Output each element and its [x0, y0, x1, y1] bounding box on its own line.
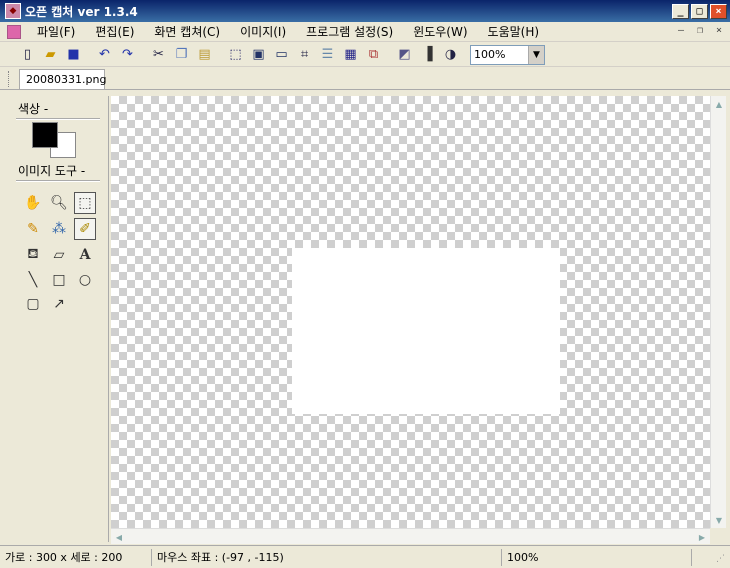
scroll-up-icon[interactable]: ▲ [711, 96, 727, 112]
new-icon[interactable]: ▯ [16, 44, 39, 66]
tools-section-label: 이미지 도구 - [18, 164, 86, 178]
scroll-left-icon[interactable]: ◀ [111, 529, 127, 545]
capture-window-icon[interactable]: ▣ [247, 44, 270, 66]
image-canvas[interactable] [111, 96, 710, 528]
paste-icon[interactable]: ▤ [193, 44, 216, 66]
tab-document[interactable]: 20080331.png [19, 69, 106, 89]
capture-scroll-icon[interactable]: ☰ [316, 44, 339, 66]
mdi-restore-icon[interactable]: ❐ [692, 25, 708, 39]
rounded-rectangle-icon[interactable]: ▢ [22, 293, 44, 315]
select-rectangle-icon[interactable]: ⬚ [74, 192, 96, 214]
chevron-down-icon[interactable]: ▼ [528, 45, 544, 64]
copy-icon[interactable]: ❐ [170, 44, 193, 66]
menu-help[interactable]: 도움말(H) [478, 23, 550, 40]
capture-multi-icon[interactable]: ⧉ [362, 44, 385, 66]
capture-fullscreen-icon[interactable]: ▭ [270, 44, 293, 66]
zoom-value: 100% [474, 48, 506, 61]
pencil-icon[interactable]: ✎ [22, 218, 44, 240]
invert-icon[interactable]: ◩ [393, 44, 416, 66]
scroll-right-icon[interactable]: ▶ [694, 529, 710, 545]
menu-capture[interactable]: 화면 캡쳐(C) [144, 23, 230, 40]
text-tool-icon[interactable]: A [74, 244, 96, 266]
status-image-size: 가로 : 300 x 세로 : 200 [0, 548, 152, 566]
resize-grip-icon[interactable]: ⋰ [716, 554, 728, 566]
menu-window[interactable]: 윈도우(W) [403, 23, 477, 40]
spray-icon[interactable]: ⁂ [48, 218, 70, 240]
menu-bar: 파일(F) 편집(E) 화면 캡쳐(C) 이미지(I) 프로그램 설정(S) 윈… [0, 22, 730, 42]
horizontal-scrollbar[interactable]: ◀ ▶ [111, 528, 710, 544]
line-icon[interactable]: ╲ [22, 269, 44, 291]
menu-settings[interactable]: 프로그램 설정(S) [296, 23, 403, 40]
maximize-button[interactable]: □ [691, 3, 708, 19]
status-bar: 가로 : 300 x 세로 : 200 마우스 좌표 : (-97 , -115… [0, 545, 730, 568]
status-zoom: 100% [502, 548, 692, 566]
minimize-button[interactable]: _ [672, 3, 689, 19]
document-tab-bar: 20080331.png [0, 68, 730, 90]
tool-panel: 색상 - 이미지 도구 - ✋ 🔍︎ ⬚ ✎ ⁂ ✐ ⛾ ▱ A ╲ □ ○ ▢… [8, 96, 109, 542]
mdi-minimize-icon[interactable]: – [673, 25, 689, 39]
title-bar: ◆ 오픈 캡처 ver 1.3.4 _ □ × [0, 0, 730, 22]
gradient-icon[interactable]: ▐ [416, 44, 439, 66]
cut-icon[interactable]: ✂ [147, 44, 170, 66]
highlighter-icon[interactable]: ✐ [74, 218, 96, 240]
menu-file[interactable]: 파일(F) [27, 23, 85, 40]
capture-region-icon[interactable]: ⬚ [224, 44, 247, 66]
menu-edit[interactable]: 편집(E) [85, 23, 144, 40]
hand-icon[interactable]: ✋ [22, 192, 44, 214]
capture-crosshair-icon[interactable]: ⌗ [293, 44, 316, 66]
scroll-down-icon[interactable]: ▼ [711, 512, 727, 528]
document-icon[interactable] [7, 24, 21, 39]
ellipse-icon[interactable]: ○ [74, 269, 96, 291]
mdi-close-icon[interactable]: × [711, 25, 727, 39]
eyedropper-icon[interactable]: ↗ [48, 293, 70, 315]
redo-icon[interactable]: ↷ [116, 44, 139, 66]
foreground-color-swatch[interactable] [32, 122, 58, 148]
toolbar: ▯ ▰ ■ ↶ ↷ ✂ ❐ ▤ ⬚ ▣ ▭ ⌗ ☰ ▦ ⧉ ◩ ▐ ◑ 100%… [0, 43, 730, 67]
close-button[interactable]: × [710, 3, 727, 19]
paint-bucket-icon[interactable]: ⛾ [22, 244, 44, 266]
vertical-scrollbar[interactable]: ▲ ▼ [710, 96, 726, 528]
tab-bar-grip [8, 71, 11, 87]
color-section-label: 색상 - [18, 102, 49, 116]
capture-menu-icon[interactable]: ▦ [339, 44, 362, 66]
zoom-select[interactable]: 100% ▼ [470, 44, 545, 65]
menu-image[interactable]: 이미지(I) [230, 23, 296, 40]
magnifier-icon[interactable]: 🔍︎ [48, 192, 70, 214]
undo-icon[interactable]: ↶ [93, 44, 116, 66]
image-content [292, 248, 560, 414]
contrast-icon[interactable]: ◑ [439, 44, 462, 66]
window-title: 오픈 캡처 ver 1.3.4 [25, 4, 138, 19]
divider [16, 118, 100, 120]
open-icon[interactable]: ▰ [39, 44, 62, 66]
eraser-icon[interactable]: ▱ [48, 244, 70, 266]
save-icon[interactable]: ■ [62, 44, 85, 66]
rectangle-icon[interactable]: □ [48, 269, 70, 291]
status-mouse-coords: 마우스 좌표 : (-97 , -115) [152, 548, 502, 566]
divider [16, 180, 100, 182]
app-icon[interactable]: ◆ [5, 3, 21, 19]
